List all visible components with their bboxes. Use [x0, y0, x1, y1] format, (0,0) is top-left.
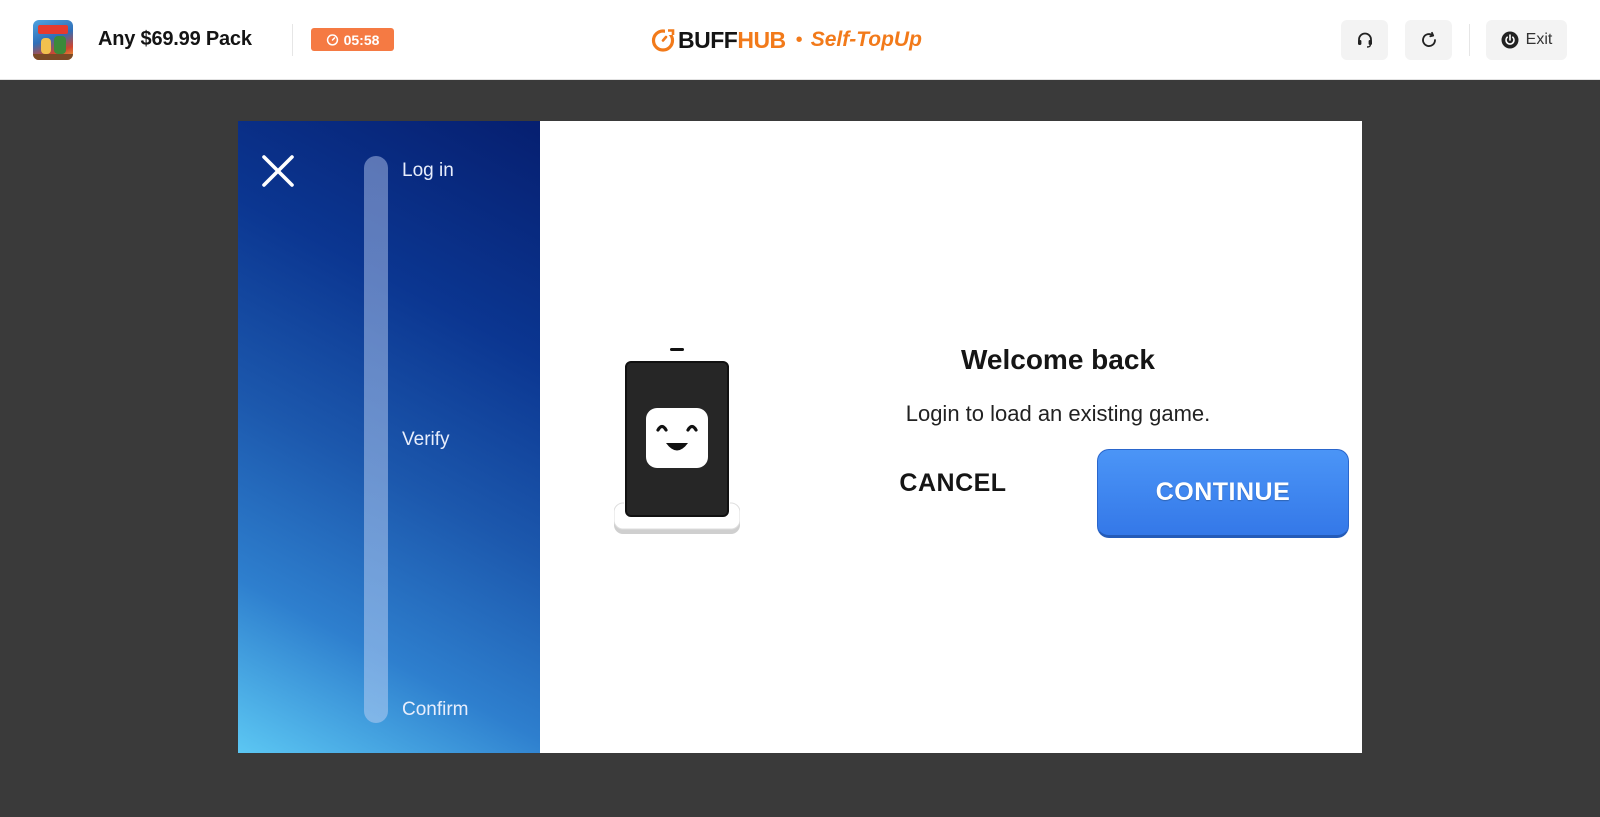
pack-title: Any $69.99 Pack — [98, 28, 252, 50]
progress-panel: Log in Verify Confirm — [238, 121, 540, 753]
step-verify: Verify — [402, 429, 450, 450]
welcome-title: Welcome back — [960, 344, 1156, 375]
exit-label: Exit — [1525, 31, 1553, 48]
cancel-button[interactable]: CANCEL — [878, 453, 1028, 513]
brand-separator: • — [795, 28, 803, 51]
exit-button[interactable]: Exit — [1486, 20, 1567, 60]
login-modal: Log in Verify Confirm Welcome back Login… — [238, 121, 1362, 753]
divider — [1469, 24, 1470, 56]
power-icon — [1501, 31, 1519, 49]
support-button[interactable] — [1341, 20, 1388, 60]
timer-value: 05:58 — [343, 31, 380, 48]
brand-name-hub: HUB — [737, 26, 786, 53]
continue-button[interactable]: CONTINUE — [1097, 449, 1349, 538]
stopwatch-icon — [326, 34, 338, 46]
brand-name-buff: BUFF — [678, 26, 738, 53]
brand-subtitle: Self-TopUp — [810, 28, 922, 51]
step-login: Log in — [402, 160, 454, 181]
top-bar: Any $69.99 Pack 05:58 BUFF HUB • Self-To… — [0, 0, 1600, 80]
progress-track — [364, 156, 388, 723]
refresh-button[interactable] — [1405, 20, 1452, 60]
divider — [292, 24, 293, 56]
welcome-subtitle: Login to load an existing game. — [905, 401, 1211, 426]
refresh-icon — [1421, 31, 1436, 47]
brand: BUFF HUB • Self-TopUp — [651, 25, 922, 55]
phone-smiley-illustration — [614, 348, 740, 534]
timer-badge: 05:58 — [311, 28, 394, 51]
close-button[interactable] — [260, 153, 296, 189]
buffhub-logo — [651, 29, 675, 52]
close-icon — [262, 155, 294, 187]
game-thumbnail — [33, 20, 73, 60]
step-confirm: Confirm — [402, 699, 469, 720]
headset-icon — [1357, 32, 1372, 48]
